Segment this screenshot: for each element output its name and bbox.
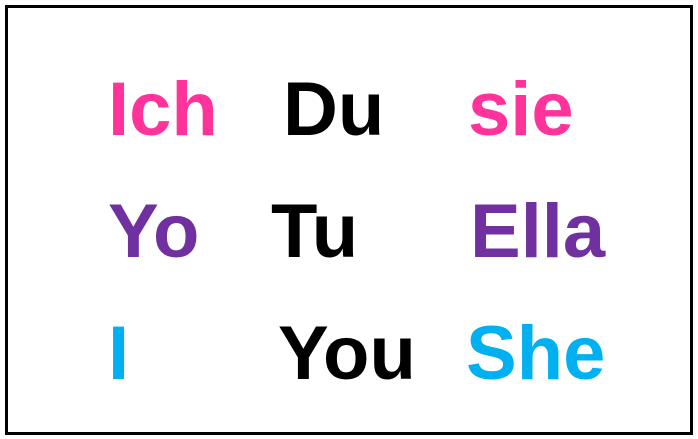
word-ella: Ella [470,189,606,274]
word-sie: sie [468,67,574,152]
word-du: Du [283,67,385,152]
word-she: She [466,311,606,396]
bordered-card: Ich Du sie Yo Tu Ella I You She [5,5,693,435]
word-you: You [278,311,416,396]
word-ich: Ich [108,67,218,152]
word-yo: Yo [108,189,200,274]
word-i: I [108,311,130,396]
word-tu: Tu [271,189,359,274]
